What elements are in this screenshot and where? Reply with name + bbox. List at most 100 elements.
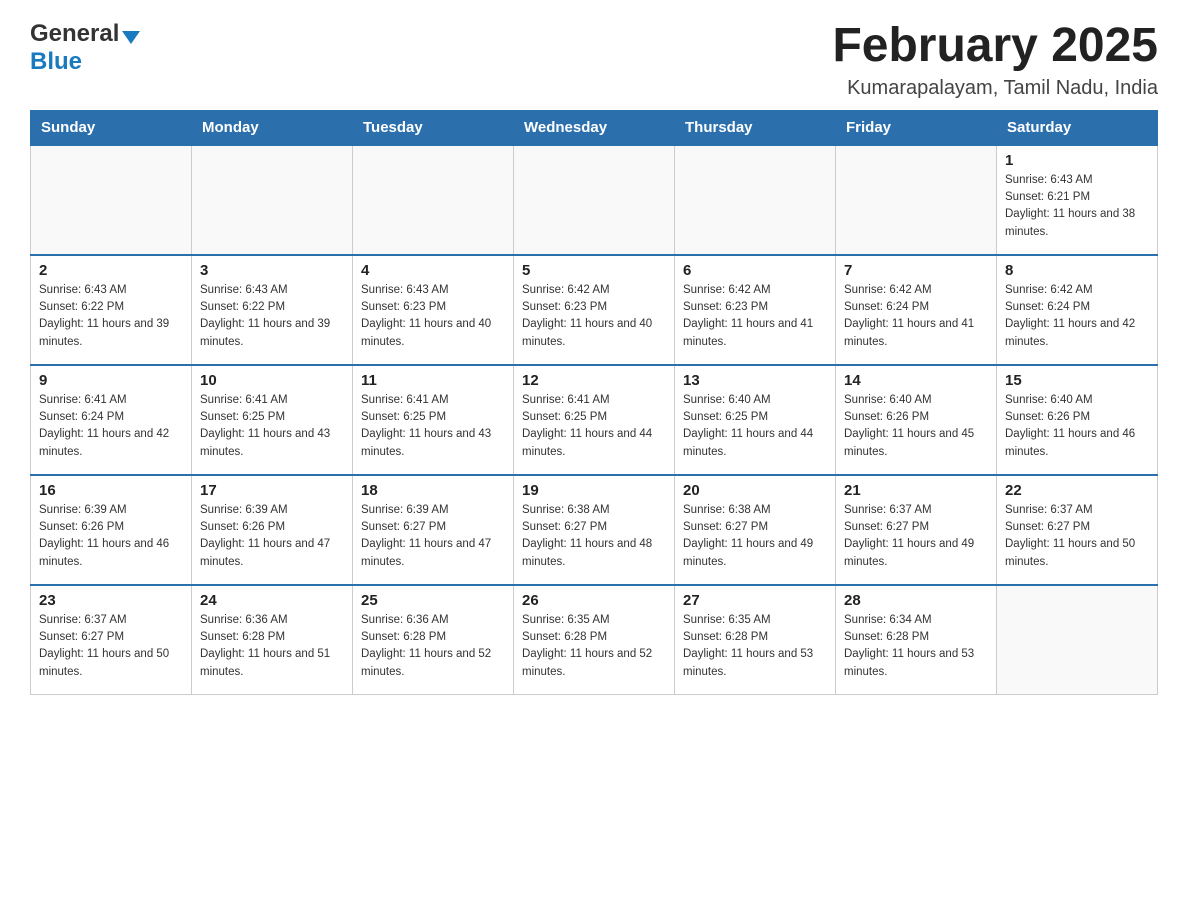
day-info: Sunrise: 6:39 AMSunset: 6:26 PMDaylight:… <box>39 502 183 571</box>
calendar-cell <box>836 145 997 255</box>
column-header-tuesday: Tuesday <box>353 110 514 145</box>
day-info: Sunrise: 6:42 AMSunset: 6:24 PMDaylight:… <box>844 282 988 351</box>
day-number: 12 <box>522 372 666 389</box>
logo: General Blue <box>30 20 140 76</box>
column-header-thursday: Thursday <box>675 110 836 145</box>
day-number: 28 <box>844 592 988 609</box>
calendar-cell <box>31 145 192 255</box>
calendar-cell <box>192 145 353 255</box>
day-number: 7 <box>844 262 988 279</box>
day-number: 9 <box>39 372 183 389</box>
day-info: Sunrise: 6:41 AMSunset: 6:25 PMDaylight:… <box>200 392 344 461</box>
calendar-cell: 25 Sunrise: 6:36 AMSunset: 6:28 PMDayligh… <box>353 585 514 695</box>
calendar-cell: 23 Sunrise: 6:37 AMSunset: 6:27 PMDayligh… <box>31 585 192 695</box>
day-info: Sunrise: 6:40 AMSunset: 6:26 PMDaylight:… <box>844 392 988 461</box>
calendar-header-row: SundayMondayTuesdayWednesdayThursdayFrid… <box>31 110 1158 145</box>
calendar-cell: 19 Sunrise: 6:38 AMSunset: 6:27 PMDayligh… <box>514 475 675 585</box>
day-number: 25 <box>361 592 505 609</box>
calendar-cell: 5 Sunrise: 6:42 AMSunset: 6:23 PMDaylight… <box>514 255 675 365</box>
day-number: 14 <box>844 372 988 389</box>
day-number: 19 <box>522 482 666 499</box>
day-info: Sunrise: 6:41 AMSunset: 6:24 PMDaylight:… <box>39 392 183 461</box>
day-number: 21 <box>844 482 988 499</box>
calendar-week-row: 2 Sunrise: 6:43 AMSunset: 6:22 PMDaylight… <box>31 255 1158 365</box>
calendar-cell: 12 Sunrise: 6:41 AMSunset: 6:25 PMDayligh… <box>514 365 675 475</box>
calendar-cell: 14 Sunrise: 6:40 AMSunset: 6:26 PMDayligh… <box>836 365 997 475</box>
calendar-cell: 7 Sunrise: 6:42 AMSunset: 6:24 PMDaylight… <box>836 255 997 365</box>
location-title: Kumarapalayam, Tamil Nadu, India <box>832 77 1158 100</box>
day-info: Sunrise: 6:35 AMSunset: 6:28 PMDaylight:… <box>683 612 827 681</box>
column-header-friday: Friday <box>836 110 997 145</box>
day-number: 17 <box>200 482 344 499</box>
calendar-cell: 13 Sunrise: 6:40 AMSunset: 6:25 PMDayligh… <box>675 365 836 475</box>
column-header-wednesday: Wednesday <box>514 110 675 145</box>
day-number: 10 <box>200 372 344 389</box>
calendar-cell: 11 Sunrise: 6:41 AMSunset: 6:25 PMDayligh… <box>353 365 514 475</box>
calendar-cell: 21 Sunrise: 6:37 AMSunset: 6:27 PMDayligh… <box>836 475 997 585</box>
calendar-week-row: 1 Sunrise: 6:43 AMSunset: 6:21 PMDaylight… <box>31 145 1158 255</box>
day-number: 2 <box>39 262 183 279</box>
day-number: 13 <box>683 372 827 389</box>
logo-arrow-icon <box>122 31 140 44</box>
day-info: Sunrise: 6:34 AMSunset: 6:28 PMDaylight:… <box>844 612 988 681</box>
column-header-monday: Monday <box>192 110 353 145</box>
column-header-sunday: Sunday <box>31 110 192 145</box>
calendar-cell: 1 Sunrise: 6:43 AMSunset: 6:21 PMDaylight… <box>997 145 1158 255</box>
day-info: Sunrise: 6:37 AMSunset: 6:27 PMDaylight:… <box>844 502 988 571</box>
day-info: Sunrise: 6:37 AMSunset: 6:27 PMDaylight:… <box>39 612 183 681</box>
calendar-cell: 20 Sunrise: 6:38 AMSunset: 6:27 PMDayligh… <box>675 475 836 585</box>
day-info: Sunrise: 6:43 AMSunset: 6:21 PMDaylight:… <box>1005 172 1149 241</box>
calendar-cell: 24 Sunrise: 6:36 AMSunset: 6:28 PMDayligh… <box>192 585 353 695</box>
day-info: Sunrise: 6:40 AMSunset: 6:25 PMDaylight:… <box>683 392 827 461</box>
day-number: 22 <box>1005 482 1149 499</box>
day-number: 16 <box>39 482 183 499</box>
day-number: 11 <box>361 372 505 389</box>
day-info: Sunrise: 6:38 AMSunset: 6:27 PMDaylight:… <box>522 502 666 571</box>
calendar-cell: 18 Sunrise: 6:39 AMSunset: 6:27 PMDayligh… <box>353 475 514 585</box>
day-info: Sunrise: 6:35 AMSunset: 6:28 PMDaylight:… <box>522 612 666 681</box>
day-info: Sunrise: 6:43 AMSunset: 6:22 PMDaylight:… <box>200 282 344 351</box>
calendar-cell: 6Sunrise: 6:42 AMSunset: 6:23 PMDaylight… <box>675 255 836 365</box>
day-info: Sunrise: 6:43 AMSunset: 6:22 PMDaylight:… <box>39 282 183 351</box>
calendar-week-row: 23 Sunrise: 6:37 AMSunset: 6:27 PMDayligh… <box>31 585 1158 695</box>
day-number: 15 <box>1005 372 1149 389</box>
calendar-cell: 9 Sunrise: 6:41 AMSunset: 6:24 PMDaylight… <box>31 365 192 475</box>
day-info: Sunrise: 6:37 AMSunset: 6:27 PMDaylight:… <box>1005 502 1149 571</box>
logo-general-text: General <box>30 20 119 48</box>
day-info: Sunrise: 6:41 AMSunset: 6:25 PMDaylight:… <box>361 392 505 461</box>
day-info: Sunrise: 6:42 AMSunset: 6:23 PMDaylight:… <box>522 282 666 351</box>
day-number: 18 <box>361 482 505 499</box>
calendar-cell: 4 Sunrise: 6:43 AMSunset: 6:23 PMDaylight… <box>353 255 514 365</box>
day-info: Sunrise: 6:39 AMSunset: 6:26 PMDaylight:… <box>200 502 344 571</box>
calendar-cell: 8Sunrise: 6:42 AMSunset: 6:24 PMDaylight… <box>997 255 1158 365</box>
day-number: 5 <box>522 262 666 279</box>
title-block: February 2025 Kumarapalayam, Tamil Nadu,… <box>832 20 1158 100</box>
calendar-week-row: 9 Sunrise: 6:41 AMSunset: 6:24 PMDaylight… <box>31 365 1158 475</box>
day-info: Sunrise: 6:40 AMSunset: 6:26 PMDaylight:… <box>1005 392 1149 461</box>
calendar-week-row: 16 Sunrise: 6:39 AMSunset: 6:26 PMDayligh… <box>31 475 1158 585</box>
calendar-cell <box>675 145 836 255</box>
calendar-cell: 10 Sunrise: 6:41 AMSunset: 6:25 PMDayligh… <box>192 365 353 475</box>
day-info: Sunrise: 6:43 AMSunset: 6:23 PMDaylight:… <box>361 282 505 351</box>
day-number: 3 <box>200 262 344 279</box>
calendar-table: SundayMondayTuesdayWednesdayThursdayFrid… <box>30 110 1158 696</box>
day-number: 26 <box>522 592 666 609</box>
day-number: 24 <box>200 592 344 609</box>
day-info: Sunrise: 6:41 AMSunset: 6:25 PMDaylight:… <box>522 392 666 461</box>
calendar-cell <box>353 145 514 255</box>
calendar-cell: 22 Sunrise: 6:37 AMSunset: 6:27 PMDayligh… <box>997 475 1158 585</box>
calendar-cell: 16 Sunrise: 6:39 AMSunset: 6:26 PMDayligh… <box>31 475 192 585</box>
calendar-cell: 15 Sunrise: 6:40 AMSunset: 6:26 PMDayligh… <box>997 365 1158 475</box>
day-number: 4 <box>361 262 505 279</box>
day-number: 1 <box>1005 152 1149 169</box>
day-number: 23 <box>39 592 183 609</box>
day-info: Sunrise: 6:36 AMSunset: 6:28 PMDaylight:… <box>200 612 344 681</box>
calendar-cell <box>997 585 1158 695</box>
day-info: Sunrise: 6:36 AMSunset: 6:28 PMDaylight:… <box>361 612 505 681</box>
calendar-cell: 26 Sunrise: 6:35 AMSunset: 6:28 PMDayligh… <box>514 585 675 695</box>
day-info: Sunrise: 6:39 AMSunset: 6:27 PMDaylight:… <box>361 502 505 571</box>
day-info: Sunrise: 6:38 AMSunset: 6:27 PMDaylight:… <box>683 502 827 571</box>
day-number: 20 <box>683 482 827 499</box>
day-info: Sunrise: 6:42 AMSunset: 6:24 PMDaylight:… <box>1005 282 1149 351</box>
day-number: 27 <box>683 592 827 609</box>
